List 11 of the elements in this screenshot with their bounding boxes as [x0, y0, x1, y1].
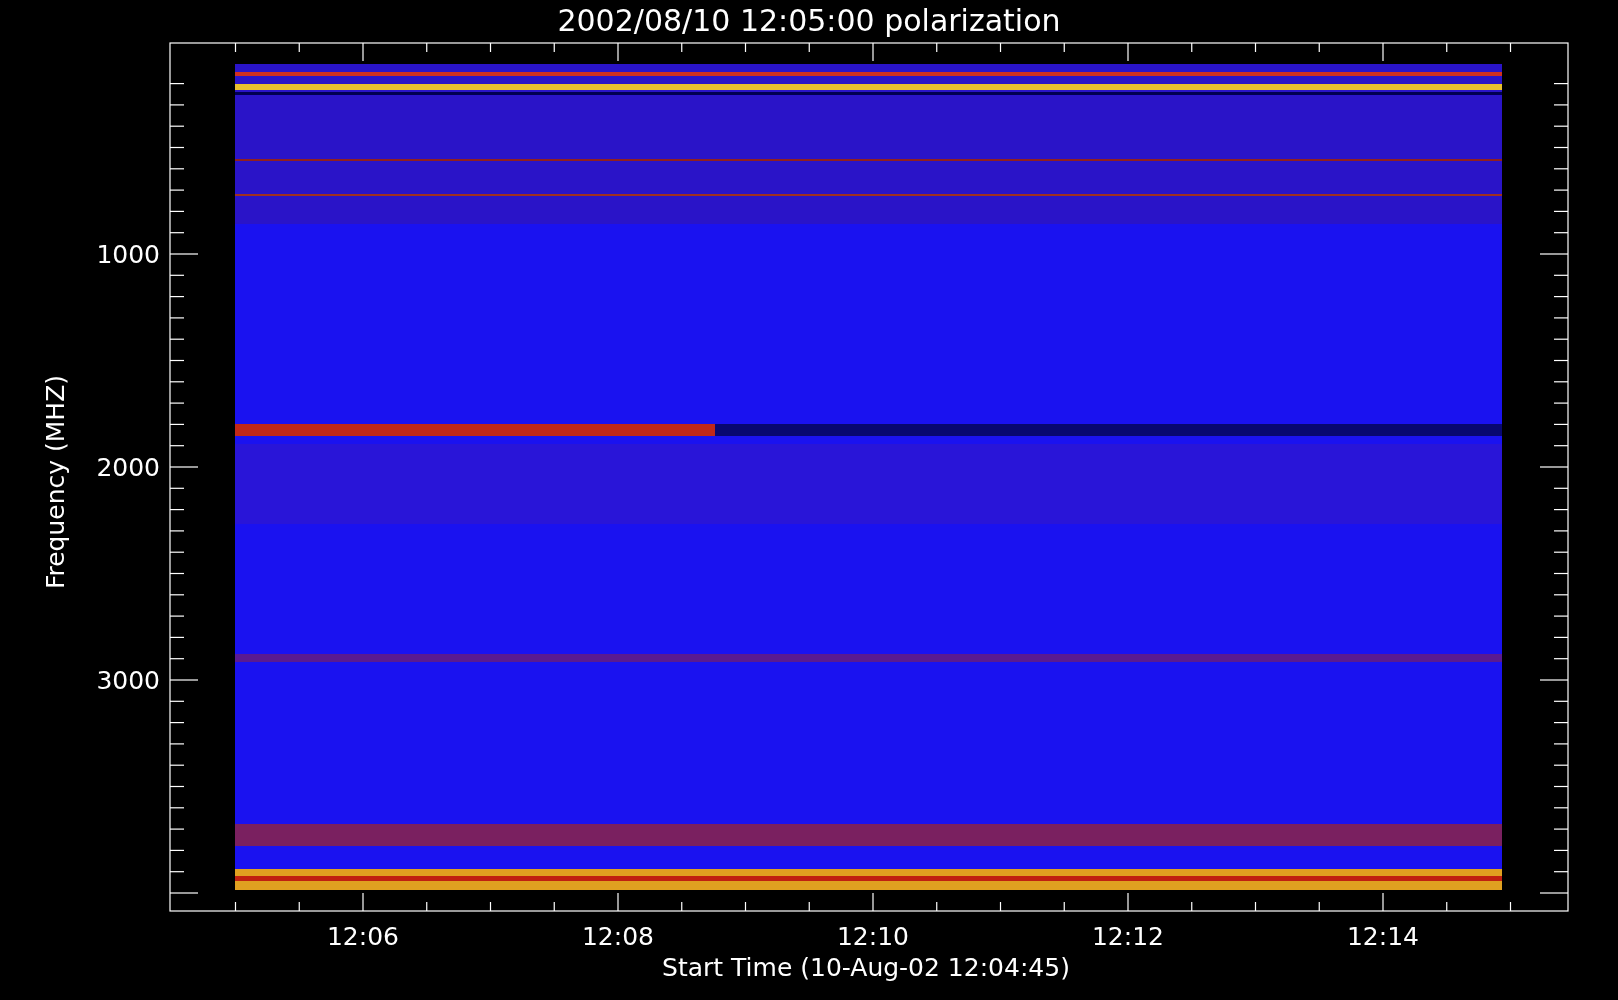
y-tick-label: 3000: [96, 666, 160, 695]
plot-title: 2002/08/10 12:05:00 polarization: [557, 3, 1061, 38]
x-tick-label: 12:14: [1347, 922, 1419, 951]
y-tick-label: 2000: [96, 453, 160, 482]
x-tick-label: 12:10: [837, 922, 909, 951]
y-tick-label: 1000: [96, 240, 160, 269]
x-axis-label: Start Time (10-Aug-02 12:04:45): [662, 953, 1070, 982]
x-tick-label: 12:06: [327, 922, 399, 951]
x-tick-label: 12:12: [1092, 922, 1164, 951]
y-axis-label: Frequency (MHZ): [41, 374, 70, 590]
x-tick-label: 12:08: [582, 922, 654, 951]
